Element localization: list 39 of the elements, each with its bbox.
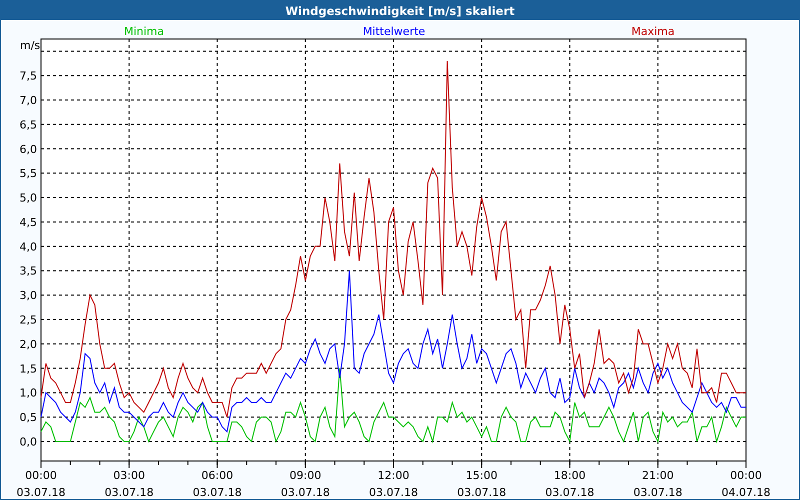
window-title: Windgeschwindigkeit [m/s] skaliert xyxy=(285,4,515,18)
y-tick-label: 7,5 xyxy=(20,70,37,83)
x-tick-date: 03.07.18 xyxy=(192,486,242,499)
y-tick-label: 6,5 xyxy=(20,118,37,132)
x-tick-date: 03.07.18 xyxy=(280,486,330,499)
x-tick-date: 03.07.18 xyxy=(369,486,418,499)
x-tick-date: 03.07.18 xyxy=(633,486,682,499)
y-tick-label: 3,0 xyxy=(20,289,37,302)
x-tick-date: 03.07.18 xyxy=(16,486,66,499)
y-axis-unit: m/s xyxy=(20,39,40,52)
legend-label: Maxima xyxy=(631,25,675,38)
x-tick-label: 06:00 xyxy=(201,469,234,482)
y-tick-label: 5,0 xyxy=(20,192,37,205)
x-tick-label: 15:00 xyxy=(466,469,498,482)
y-tick-label: 3,5 xyxy=(20,264,37,278)
x-tick-date: 03.07.18 xyxy=(545,486,594,499)
x-tick-label: 18:00 xyxy=(554,469,586,482)
x-tick-label: 00:00 xyxy=(730,469,762,482)
x-tick-label: 09:00 xyxy=(290,469,322,482)
y-tick-label: 2,0 xyxy=(20,338,37,351)
y-tick-label: 0,0 xyxy=(20,435,37,448)
y-tick-label: 7,0 xyxy=(20,94,37,107)
x-tick-date: 04.07.18 xyxy=(722,486,770,499)
legend-label: Mittelwerte xyxy=(362,25,426,38)
y-tick-label: 1,5 xyxy=(20,362,37,376)
x-tick-date: 03.07.18 xyxy=(457,486,506,499)
y-tick-label: 1,0 xyxy=(20,386,37,400)
x-tick-label: 03:00 xyxy=(113,469,145,482)
y-tick-label: 6,0 xyxy=(20,142,37,156)
x-tick-label: 12:00 xyxy=(378,469,410,482)
legend-label: Minima xyxy=(124,25,164,38)
y-tick-label: 4,5 xyxy=(20,216,37,229)
y-tick-label: 2,5 xyxy=(20,314,37,327)
x-tick-label: 00:00 xyxy=(25,469,57,482)
x-tick-label: 21:00 xyxy=(642,469,674,482)
y-tick-label: 5,5 xyxy=(20,167,37,180)
y-tick-label: 4,0 xyxy=(20,240,37,254)
y-tick-label: 0,5 xyxy=(20,411,37,424)
x-tick-date: 03.07.18 xyxy=(104,486,154,499)
